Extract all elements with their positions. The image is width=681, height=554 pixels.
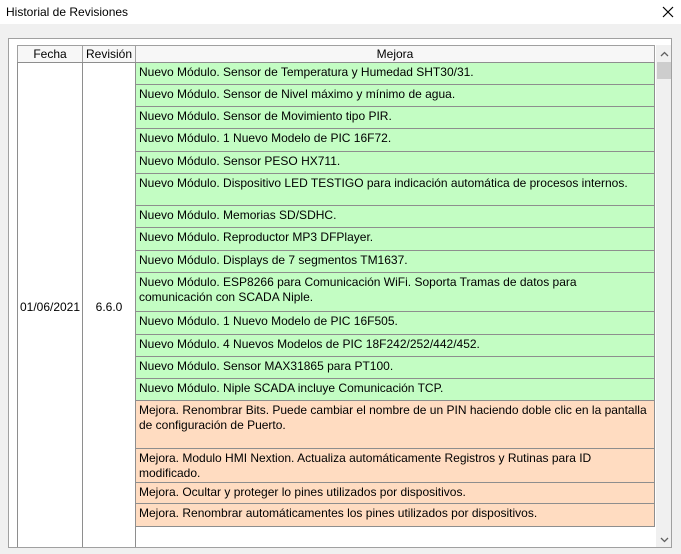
close-button[interactable] (655, 0, 681, 24)
table-row: Nuevo Módulo. Memorias SD/SDHC. (135, 205, 655, 228)
table-row: Nuevo Módulo. Displays de 7 segmentos TM… (135, 250, 655, 273)
table-row: Nuevo Módulo. Sensor PESO HX711. (135, 151, 655, 174)
table-row: Nuevo Módulo. Niple SCADA incluye Comuni… (135, 378, 655, 401)
table-row: Nuevo Módulo. Sensor de Nivel máximo y m… (135, 84, 655, 107)
close-icon (662, 6, 674, 18)
table-row: Mejora. Renombrar Bits. Puede cambiar el… (135, 400, 655, 449)
table-row: Nuevo Módulo. Sensor de Temperatura y Hu… (135, 62, 655, 85)
revision-cell: 6.6.0 (82, 62, 136, 547)
grid-viewport: Fecha Revisión Mejora 01/06/2021 6.6.0 N… (17, 45, 655, 547)
table-row: Nuevo Módulo. Dispositivo LED TESTIGO pa… (135, 173, 655, 206)
column-header-fecha[interactable]: Fecha (17, 45, 83, 63)
table-row: Mejora. Ocultar y proteger lo pines util… (135, 482, 655, 504)
table-row: Nuevo Módulo. Sensor MAX31865 para PT100… (135, 356, 655, 379)
dialog-client: Fecha Revisión Mejora 01/06/2021 6.6.0 N… (0, 24, 681, 554)
table-row: Nuevo Módulo. 1 Nuevo Modelo de PIC 16F5… (135, 311, 655, 335)
scroll-down-button[interactable] (656, 531, 671, 547)
chevron-up-icon (660, 51, 668, 56)
table-row: Mejora. Renombrar automáticamentes los p… (135, 503, 655, 527)
table-row: Nuevo Módulo. 1 Nuevo Modelo de PIC 16F7… (135, 128, 655, 152)
table-row: Nuevo Módulo. Sensor de Movimiento tipo … (135, 106, 655, 129)
table-row: Nuevo Módulo. Reproductor MP3 DFPlayer. (135, 227, 655, 251)
revision-grid: Fecha Revisión Mejora 01/06/2021 6.6.0 N… (8, 38, 672, 548)
chevron-down-icon (660, 537, 668, 542)
column-header-revision[interactable]: Revisión (82, 45, 136, 63)
vertical-scrollbar[interactable] (656, 45, 671, 547)
scroll-up-button[interactable] (656, 45, 671, 62)
table-row: Nuevo Módulo. ESP8266 para Comunicación … (135, 272, 655, 312)
table-row: Nuevo Módulo. 4 Nuevos Modelos de PIC 18… (135, 334, 655, 357)
table-row: Mejora. Modulo HMI Nextion. Actualiza au… (135, 448, 655, 483)
scrollbar-thumb[interactable] (657, 62, 671, 79)
grid-header: Fecha Revisión Mejora (17, 45, 655, 63)
date-cell: 01/06/2021 (17, 62, 83, 547)
column-header-mejora[interactable]: Mejora (135, 45, 655, 63)
title-bar: Historial de Revisiones (0, 0, 681, 24)
window-title: Historial de Revisiones (6, 5, 129, 19)
